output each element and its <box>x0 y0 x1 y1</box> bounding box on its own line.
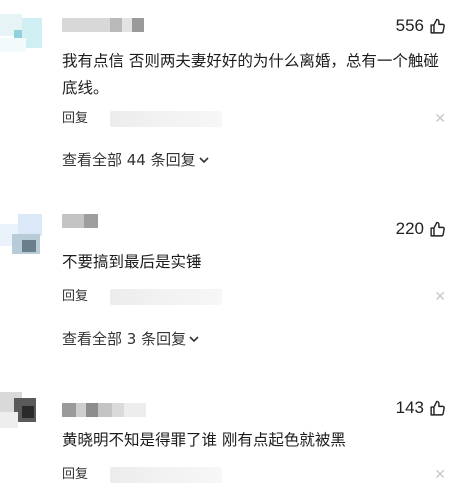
chevron-down-icon <box>198 153 210 166</box>
thumbs-up-icon <box>429 221 446 238</box>
reply-button[interactable]: 回复 <box>62 465 88 485</box>
view-all-replies-button[interactable]: 查看全部 3 条回复 <box>62 328 200 349</box>
view-all-replies-label: 查看全部 3 条回复 <box>62 330 187 348</box>
reply-row: 回复 ✕ <box>62 465 446 485</box>
close-icon[interactable]: ✕ <box>434 465 446 485</box>
like-count: 556 <box>395 16 424 35</box>
thumbs-up-icon <box>429 400 446 417</box>
view-all-replies-label: 查看全部 44 条回复 <box>62 151 196 169</box>
comment-text: 不要搞到最后是实锤 <box>62 253 202 271</box>
reply-preview <box>110 289 222 305</box>
reply-preview <box>110 467 222 483</box>
view-all-replies-button[interactable]: 查看全部 44 条回复 <box>62 149 210 170</box>
reply-row: 回复 ✕ <box>62 109 446 129</box>
close-icon[interactable]: ✕ <box>434 109 446 129</box>
like-count: 220 <box>395 219 424 238</box>
like-button[interactable]: 220 <box>396 219 446 239</box>
avatar[interactable] <box>0 210 50 260</box>
comment-text: 我有点信 否则两夫妻好好的为什么离婚，总有一个触碰底线。 <box>62 52 439 97</box>
like-button[interactable]: 143 <box>396 398 446 418</box>
close-icon[interactable]: ✕ <box>434 287 446 307</box>
chevron-down-icon <box>188 332 200 345</box>
like-count: 143 <box>395 398 424 417</box>
avatar[interactable] <box>0 8 50 58</box>
reply-preview <box>110 111 222 127</box>
avatar[interactable] <box>0 388 50 438</box>
reply-button[interactable]: 回复 <box>62 109 88 129</box>
reply-row: 回复 ✕ <box>62 287 446 307</box>
like-button[interactable]: 556 <box>396 16 446 36</box>
comment-text: 黄晓明不知是得罪了谁 刚有点起色就被黑 <box>62 431 346 449</box>
reply-button[interactable]: 回复 <box>62 287 88 307</box>
thumbs-up-icon <box>429 18 446 35</box>
